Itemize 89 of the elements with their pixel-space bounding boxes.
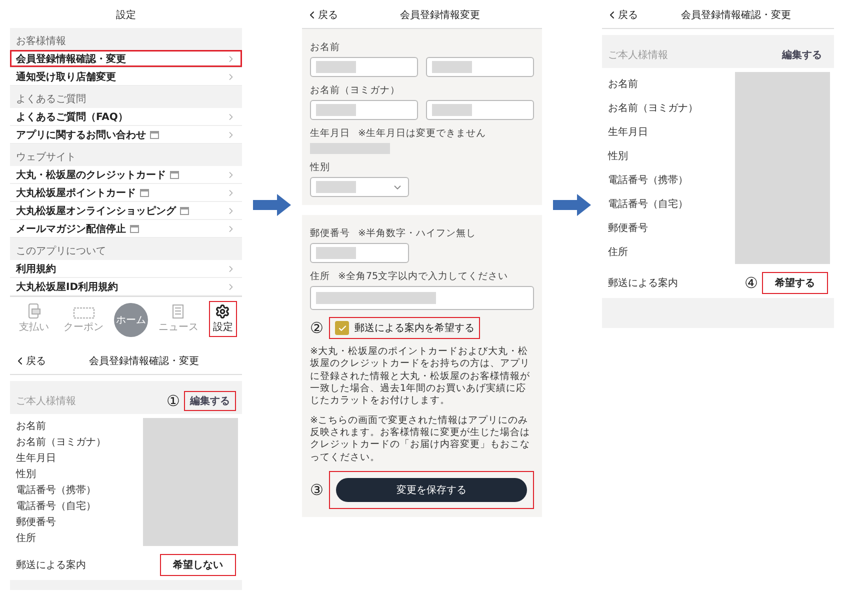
field-label: 生年月日 — [16, 452, 57, 466]
back-link[interactable]: 戻る — [306, 8, 338, 22]
mail-preference-button[interactable]: 希望する — [762, 272, 828, 294]
tab-label: 支払い — [19, 320, 50, 334]
field-label: 郵便番号 — [16, 516, 57, 530]
settings-item[interactable]: 大丸松坂屋ポイントカード — [10, 184, 242, 202]
external-window-icon — [180, 206, 189, 214]
field-note: ※生年月日は変更できません — [358, 127, 486, 140]
edit-button[interactable]: 編集する — [776, 45, 828, 65]
field-label: 郵送による案内 — [608, 276, 678, 291]
settings-item[interactable]: 大丸松坂屋ID利用規約 — [10, 278, 242, 296]
mail-opt-in-checkbox[interactable]: 郵送による案内を希望する — [329, 317, 480, 339]
back-link[interactable]: 戻る — [606, 8, 638, 22]
field-note: ※半角数字・ハイフン無し — [358, 227, 476, 240]
field-label: 住所 — [310, 270, 330, 283]
field-label: お名前 — [16, 420, 47, 434]
field-label: 電話番号（携帯） — [16, 484, 97, 498]
field-label: 電話番号（自宅） — [608, 198, 689, 212]
settings-item[interactable]: 会員登録情報確認・変更 — [10, 50, 242, 68]
step-number: ③ — [310, 482, 324, 498]
settings-item[interactable]: よくあるご質問（FAQ） — [10, 108, 242, 126]
phone-card-icon — [27, 303, 42, 319]
redacted-value — [316, 104, 356, 116]
redacted-value — [432, 61, 472, 73]
ticket-icon — [72, 307, 95, 319]
text-input[interactable] — [426, 100, 534, 120]
field-label: お名前（ヨミガナ） — [310, 84, 400, 97]
field-label: お名前 — [608, 78, 639, 92]
field-label: 電話番号（携帯） — [608, 174, 689, 188]
field-label: お名前 — [310, 41, 340, 54]
field-label: 郵送による案内 — [16, 558, 86, 573]
field-label: 電話番号（自宅） — [16, 500, 97, 514]
screen-title: 設定 — [115, 8, 137, 23]
section-header: お客様情報 — [10, 28, 242, 50]
field-label: 郵便番号 — [310, 227, 350, 240]
step-number: ④ — [744, 276, 758, 290]
settings-item[interactable]: 利用規約 — [10, 260, 242, 278]
field-label: お名前（ヨミガナ） — [608, 102, 699, 116]
tab-label: 設定 — [212, 320, 233, 334]
tab[interactable]: 設定 — [208, 301, 237, 337]
redacted-value — [316, 61, 356, 73]
field-label: 性別 — [608, 150, 629, 164]
tab-label: クーポン — [64, 321, 104, 334]
field-label: 生年月日 — [310, 127, 350, 140]
field-label: 生年月日 — [608, 126, 649, 140]
external-window-icon — [130, 224, 139, 232]
field-label: 郵便番号 — [608, 222, 649, 236]
redacted-value — [316, 247, 356, 259]
field-note: ※全角75文字以内で入力してください — [338, 270, 508, 283]
mail-preference-button[interactable]: 希望しない — [160, 554, 236, 576]
field-label: お名前（ヨミガナ） — [16, 436, 107, 450]
external-window-icon — [140, 188, 149, 196]
edit-button[interactable]: 編集する — [184, 391, 236, 411]
section-header: よくあるご質問 — [10, 86, 242, 108]
text-input[interactable] — [310, 57, 418, 77]
right-arrow-icon — [553, 194, 591, 216]
field-label: 性別 — [310, 161, 330, 174]
field-label: 住所 — [608, 246, 629, 260]
section-label: ご本人様情報 — [608, 48, 668, 62]
step-number: ① — [166, 394, 180, 408]
settings-item[interactable]: 大丸・松坂屋のクレジットカード — [10, 166, 242, 184]
text-area[interactable] — [310, 286, 534, 310]
screen-title: 会員登録情報確認・変更 — [88, 354, 200, 368]
notice-text: ※こちらの画面で変更された情報はアプリにのみ反映されます。お客様情報に変更が生じた場合はクレジットカードの「お届け内容変更」もおこなってください。 — [310, 414, 531, 464]
external-window-icon — [170, 170, 179, 178]
redacted-value — [316, 181, 356, 193]
text-input[interactable] — [310, 243, 410, 263]
section-label: ご本人様情報 — [16, 394, 76, 408]
screen-title: 会員登録情報確認・変更 — [680, 8, 792, 22]
step-number: ② — [310, 320, 324, 336]
right-arrow-icon — [253, 194, 291, 216]
check-icon — [338, 324, 347, 332]
external-window-icon — [150, 130, 159, 138]
field-label: 住所 — [16, 532, 37, 546]
screen-title: 会員登録情報変更 — [399, 8, 481, 22]
settings-icon — [215, 304, 230, 319]
tab-label: ニュース — [158, 321, 198, 334]
text-input[interactable] — [310, 100, 418, 120]
document-icon — [172, 304, 184, 319]
back-link[interactable]: 戻る — [14, 354, 46, 368]
field-label: 性別 — [16, 468, 37, 482]
notice-text: ※大丸・松坂屋のポイントカードおよび大丸・松坂屋のクレジットカードをお持ちの方は、アプリに登録された情報と大丸・松坂屋のお客様情報が一致した場合、過去1年間のお買いあげ実績に応じたカラットをお付けします。 — [310, 346, 531, 408]
save-button[interactable]: 変更を保存する — [336, 478, 527, 502]
settings-item[interactable]: 大丸松坂屋オンラインショッピング — [10, 202, 242, 220]
section-header: ウェブサイト — [10, 144, 242, 166]
section-header: このアプリについて — [10, 238, 242, 260]
redacted-value — [432, 104, 472, 116]
select-field[interactable] — [310, 177, 410, 197]
text-input[interactable] — [426, 57, 534, 77]
